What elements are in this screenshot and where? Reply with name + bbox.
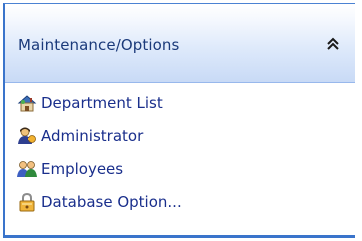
window-frame: Maintenance/Options Department List Admi… bbox=[0, 0, 362, 241]
panel-title: Maintenance/Options bbox=[18, 36, 180, 54]
collapse-button[interactable] bbox=[323, 34, 343, 54]
panel-header[interactable]: Maintenance/Options bbox=[5, 4, 355, 83]
panel-item-label: Administrator bbox=[41, 127, 144, 145]
panel-item-label: Employees bbox=[41, 160, 124, 178]
panel-item-label: Department List bbox=[41, 94, 163, 112]
panel-item-database-option[interactable]: Database Option... bbox=[17, 189, 182, 215]
panel-item-administrator[interactable]: Administrator bbox=[17, 123, 143, 149]
panel-item-employees[interactable]: Employees bbox=[17, 156, 123, 182]
admin-user-icon bbox=[18, 127, 36, 144]
task-panel-maintenance-options: Maintenance/Options Department List Admi… bbox=[3, 3, 355, 238]
house-icon bbox=[17, 95, 37, 112]
panel-item-label: Database Option... bbox=[41, 193, 182, 211]
database-lock-icon bbox=[19, 192, 35, 212]
panel-item-department-list[interactable]: Department List bbox=[17, 90, 163, 116]
panel-bottom-border bbox=[5, 235, 355, 236]
users-icon bbox=[17, 161, 37, 177]
double-chevron-up-icon bbox=[327, 37, 339, 50]
